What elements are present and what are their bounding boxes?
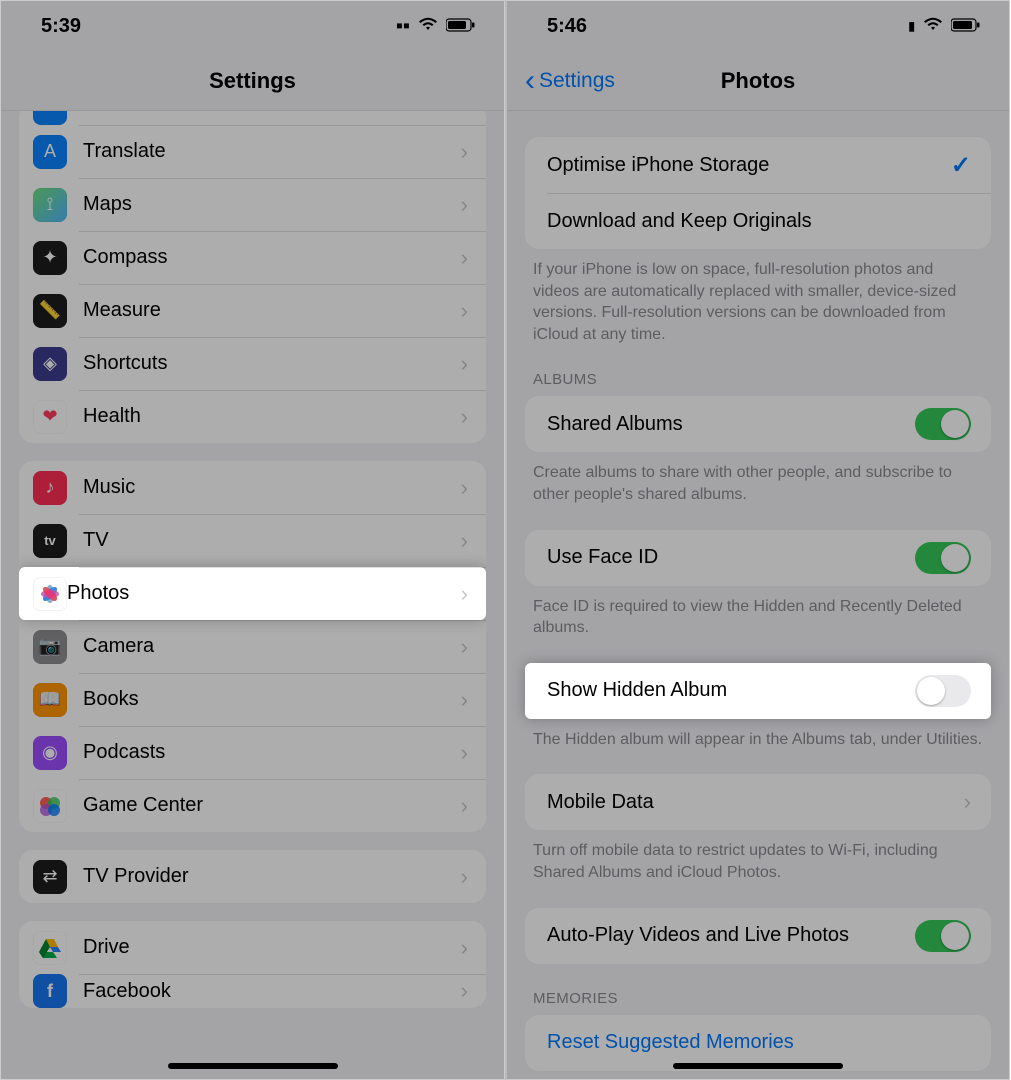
facebook-icon: f	[33, 974, 67, 1008]
app-icon	[33, 111, 67, 125]
toggle-show-hidden-album[interactable]: Show Hidden Album	[525, 663, 991, 719]
camera-icon: 📷	[33, 630, 67, 664]
nav-mobile-data[interactable]: Mobile Data ›	[525, 774, 991, 830]
battery-icon	[951, 15, 981, 38]
back-button[interactable]: ‹ Settings	[525, 51, 615, 110]
checkmark-icon: ✓	[951, 151, 971, 180]
toggle-use-faceid[interactable]: Use Face ID	[525, 530, 991, 586]
option-optimise-storage[interactable]: Optimise iPhone Storage ✓	[525, 137, 991, 193]
tv-icon: tv	[33, 524, 67, 558]
music-icon: ♪	[33, 471, 67, 505]
battery-icon	[446, 15, 476, 38]
settings-item-gamecenter[interactable]: Game Center›	[19, 779, 486, 832]
shortcuts-icon: ◈	[33, 347, 67, 381]
settings-screen: 5:39 ▪▪ Settings ATranslate› ⟟Maps› ✦Com…	[0, 0, 505, 1080]
chevron-right-icon: ›	[461, 581, 468, 607]
chevron-right-icon: ›	[461, 634, 468, 660]
gamecenter-icon	[33, 789, 67, 823]
switch-on-icon[interactable]	[915, 408, 971, 440]
status-time: 5:39	[41, 15, 81, 38]
settings-item-music[interactable]: ♪Music›	[19, 461, 486, 514]
settings-item-facebook[interactable]: fFacebook›	[19, 974, 486, 1008]
measure-icon: 📏	[33, 294, 67, 328]
wifi-icon	[923, 15, 943, 38]
settings-item-health[interactable]: ❤Health›	[19, 390, 486, 443]
home-indicator[interactable]	[673, 1063, 843, 1069]
chevron-right-icon: ›	[461, 978, 468, 1004]
footer-text: If your iPhone is low on space, full-res…	[507, 249, 1009, 345]
settings-item-camera[interactable]: 📷Camera›	[19, 620, 486, 673]
footer-text: Face ID is required to view the Hidden a…	[507, 586, 1009, 639]
wifi-icon	[418, 15, 438, 38]
switch-off-icon[interactable]	[915, 675, 971, 707]
podcasts-icon: ◉	[33, 736, 67, 770]
chevron-right-icon: ›	[964, 789, 971, 815]
books-icon: 📖	[33, 683, 67, 717]
status-bar: 5:39 ▪▪	[1, 1, 504, 51]
toggle-shared-albums[interactable]: Shared Albums	[525, 396, 991, 452]
chevron-right-icon: ›	[461, 935, 468, 961]
settings-item-measure[interactable]: 📏Measure›	[19, 284, 486, 337]
translate-icon: A	[33, 135, 67, 169]
page-title: Settings	[209, 68, 296, 94]
chevron-left-icon: ‹	[525, 64, 535, 98]
chevron-right-icon: ›	[461, 528, 468, 554]
status-bar: 5:46 ▮	[507, 1, 1009, 51]
status-time: 5:46	[547, 15, 587, 38]
list-item[interactable]	[19, 111, 486, 125]
chevron-right-icon: ›	[461, 793, 468, 819]
signal-icon: ▪▪	[396, 15, 410, 38]
maps-icon: ⟟	[33, 188, 67, 222]
settings-item-maps[interactable]: ⟟Maps›	[19, 178, 486, 231]
footer-text: Create albums to share with other people…	[507, 452, 1009, 505]
settings-item-tvprovider[interactable]: ⇄TV Provider›	[19, 850, 486, 903]
chevron-right-icon: ›	[461, 192, 468, 218]
chevron-right-icon: ›	[461, 864, 468, 890]
tvprovider-icon: ⇄	[33, 860, 67, 894]
settings-item-podcasts[interactable]: ◉Podcasts›	[19, 726, 486, 779]
settings-item-photos[interactable]: Photos›	[19, 567, 486, 620]
switch-on-icon[interactable]	[915, 542, 971, 574]
signal-icon: ▮	[908, 19, 915, 33]
health-icon: ❤	[33, 400, 67, 434]
home-indicator[interactable]	[168, 1063, 338, 1069]
section-header-memories: MEMORIES	[507, 964, 1009, 1015]
settings-item-drive[interactable]: Drive›	[19, 921, 486, 974]
switch-on-icon[interactable]	[915, 920, 971, 952]
section-header-albums: ALBUMS	[507, 345, 1009, 396]
nav-bar: Settings	[1, 51, 504, 111]
footer-text: Turn off mobile data to restrict updates…	[507, 830, 1009, 883]
photos-settings-screen: 5:46 ▮ ‹ Settings Photos Optimise iPhone…	[505, 0, 1010, 1080]
settings-item-compass[interactable]: ✦Compass›	[19, 231, 486, 284]
compass-icon: ✦	[33, 241, 67, 275]
drive-icon	[33, 931, 67, 965]
footer-text: The Hidden album will appear in the Albu…	[507, 719, 1009, 751]
chevron-right-icon: ›	[461, 404, 468, 430]
chevron-right-icon: ›	[461, 475, 468, 501]
page-title: Photos	[721, 68, 796, 94]
option-download-originals[interactable]: Download and Keep Originals	[525, 193, 991, 249]
photos-icon	[33, 577, 67, 611]
settings-item-translate[interactable]: ATranslate›	[19, 125, 486, 178]
chevron-right-icon: ›	[461, 351, 468, 377]
settings-item-tv[interactable]: tvTV›	[19, 514, 486, 567]
settings-item-shortcuts[interactable]: ◈Shortcuts›	[19, 337, 486, 390]
chevron-right-icon: ›	[461, 139, 468, 165]
chevron-right-icon: ›	[461, 740, 468, 766]
toggle-autoplay[interactable]: Auto-Play Videos and Live Photos	[525, 908, 991, 964]
nav-bar: ‹ Settings Photos	[507, 51, 1009, 111]
settings-item-books[interactable]: 📖Books›	[19, 673, 486, 726]
chevron-right-icon: ›	[461, 298, 468, 324]
chevron-right-icon: ›	[461, 687, 468, 713]
chevron-right-icon: ›	[461, 245, 468, 271]
